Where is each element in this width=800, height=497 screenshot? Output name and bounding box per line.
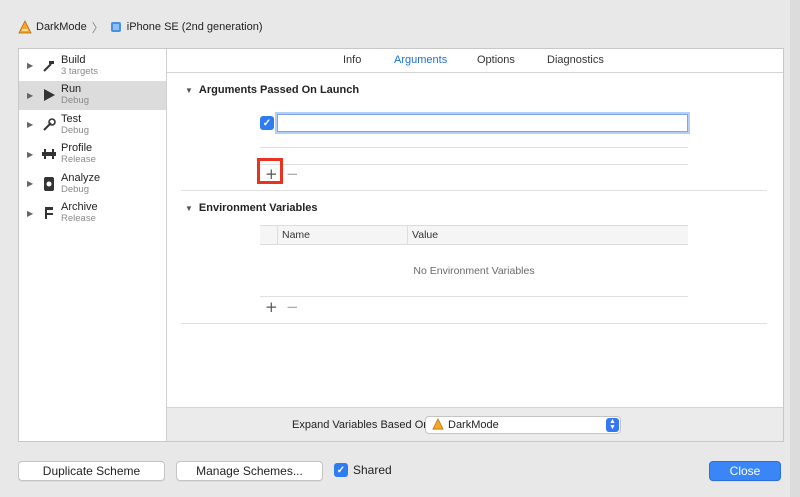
analyze-icon xyxy=(41,176,57,192)
xcode-app-icon xyxy=(18,20,32,34)
divider xyxy=(260,296,688,297)
add-variable-button[interactable]: + xyxy=(265,300,278,315)
shared-label: Shared xyxy=(353,463,392,477)
environment-table-header: Name Value xyxy=(260,225,688,245)
sidebar-item-label: Profile xyxy=(61,142,93,155)
sidebar-item-label: Build xyxy=(61,53,86,66)
disclosure-down-icon[interactable]: ▼ xyxy=(185,86,193,95)
sidebar-item-archive[interactable]: ▶ Archive Release xyxy=(19,199,166,229)
shared-checkbox[interactable]: ✓ xyxy=(334,463,348,477)
sidebar-item-sublabel: Release xyxy=(61,213,96,225)
environment-section-title: Environment Variables xyxy=(198,202,318,214)
gauge-icon xyxy=(41,146,57,162)
sidebar-item-test[interactable]: ▶ Test Debug xyxy=(19,110,166,140)
tab-arguments[interactable]: Arguments xyxy=(394,54,447,66)
sidebar-item-profile[interactable]: ▶ Profile Release xyxy=(19,140,166,170)
chevron-right-icon: 〉 xyxy=(91,20,104,35)
shared-toggle[interactable]: ✓ Shared xyxy=(334,463,392,477)
arguments-section-header[interactable]: ▼ Arguments Passed On Launch xyxy=(185,84,359,96)
sidebar-item-sublabel: Release xyxy=(61,154,96,166)
popup-stepper-icon: ▲ ▼ xyxy=(606,418,619,432)
column-header-name[interactable]: Name xyxy=(282,229,310,241)
close-button[interactable]: Close xyxy=(709,461,781,481)
scheme-editor-sheet: DarkMode 〉 iPhone SE (2nd generation) ▶ … xyxy=(0,0,800,497)
remove-variable-button[interactable]: − xyxy=(286,300,299,315)
tab-bar: Info Arguments Options Diagnostics xyxy=(167,49,783,73)
sidebar-item-run[interactable]: ▶ Run Debug xyxy=(19,80,166,110)
tab-info[interactable]: Info xyxy=(343,54,361,66)
tab-options[interactable]: Options xyxy=(477,54,515,66)
wrench-icon xyxy=(41,117,57,133)
scheme-content: Info Arguments Options Diagnostics ▼ Arg… xyxy=(167,49,783,441)
archive-icon xyxy=(41,205,57,221)
environment-section-header[interactable]: ▼ Environment Variables xyxy=(185,202,318,214)
environment-table[interactable]: Name Value No Environment Variables xyxy=(260,225,688,295)
sidebar-item-sublabel: Debug xyxy=(61,183,89,195)
tab-diagnostics[interactable]: Diagnostics xyxy=(547,54,604,66)
argument-row: ✓ xyxy=(260,113,688,133)
disclosure-triangle-icon[interactable]: ▶ xyxy=(27,91,35,100)
disclosure-triangle-icon[interactable]: ▶ xyxy=(27,61,35,70)
highlight-annotation xyxy=(257,158,283,184)
argument-enabled-checkbox[interactable]: ✓ xyxy=(260,116,274,130)
disclosure-down-icon[interactable]: ▼ xyxy=(185,204,193,213)
play-icon xyxy=(41,87,57,103)
sidebar-item-analyze[interactable]: ▶ Analyze Debug xyxy=(19,169,166,199)
column-divider xyxy=(407,226,408,245)
sidebar-item-sublabel: Debug xyxy=(61,124,89,136)
sidebar-item-build[interactable]: ▶ Build 3 targets xyxy=(19,51,166,81)
disclosure-triangle-icon[interactable]: ▶ xyxy=(27,209,35,218)
column-divider xyxy=(277,226,278,245)
remove-argument-button[interactable]: − xyxy=(286,167,299,182)
expand-variables-bar: Expand Variables Based On DarkMode ▲ ▼ xyxy=(167,407,783,441)
xcode-app-icon xyxy=(432,417,444,433)
arguments-section-title: Arguments Passed On Launch xyxy=(198,84,360,96)
divider xyxy=(181,323,767,324)
breadcrumb[interactable]: DarkMode 〉 iPhone SE (2nd generation) xyxy=(18,18,263,36)
sidebar-item-sublabel: Debug xyxy=(61,95,89,107)
window-edge xyxy=(790,0,800,497)
disclosure-triangle-icon[interactable]: ▶ xyxy=(27,120,35,129)
column-header-value[interactable]: Value xyxy=(412,229,438,241)
breadcrumb-device[interactable]: iPhone SE (2nd generation) xyxy=(127,21,263,33)
scheme-action-sidebar: ▶ Build 3 targets ▶ Run Debug ▶ Test Debug xyxy=(19,49,167,441)
divider xyxy=(260,164,688,165)
disclosure-triangle-icon[interactable]: ▶ xyxy=(27,150,35,159)
expand-variables-popup[interactable]: DarkMode ▲ ▼ xyxy=(425,416,621,434)
argument-input[interactable] xyxy=(277,114,688,132)
divider xyxy=(181,190,767,191)
scheme-panel: ▶ Build 3 targets ▶ Run Debug ▶ Test Debug xyxy=(18,48,784,442)
hammer-icon xyxy=(41,58,57,74)
device-icon xyxy=(109,20,123,34)
sidebar-item-sublabel: 3 targets xyxy=(61,65,98,77)
divider xyxy=(260,147,688,148)
manage-schemes-button[interactable]: Manage Schemes... xyxy=(176,461,323,481)
environment-empty-message: No Environment Variables xyxy=(413,265,535,277)
sidebar-item-label: Run xyxy=(61,83,82,96)
duplicate-scheme-button[interactable]: Duplicate Scheme xyxy=(18,461,165,481)
expand-variables-label: Expand Variables Based On xyxy=(292,419,430,431)
breadcrumb-project[interactable]: DarkMode xyxy=(36,21,87,33)
sidebar-item-label: Test xyxy=(61,112,82,125)
sidebar-item-label: Analyze xyxy=(61,171,101,184)
disclosure-triangle-icon[interactable]: ▶ xyxy=(27,179,35,188)
expand-variables-value: DarkMode xyxy=(448,419,499,431)
sidebar-item-label: Archive xyxy=(61,201,98,214)
